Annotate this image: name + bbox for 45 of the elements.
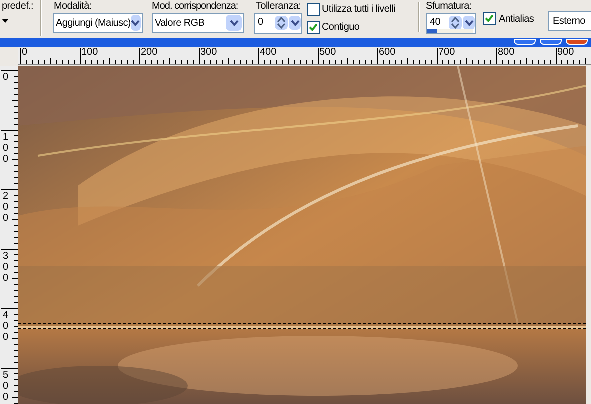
ruler-label: 400 (260, 48, 277, 58)
tolerance-label: Tolleranza: (256, 1, 302, 12)
caret-icon[interactable] (2, 19, 9, 23)
ruler-label: 600 (379, 48, 396, 58)
ruler-label: 700 (438, 48, 456, 58)
spinner-icon[interactable] (449, 16, 462, 30)
spin-value: 40 (429, 16, 442, 28)
dropdown-value: Aggiungi (Maiusc) (55, 18, 131, 28)
ruler-label: 300 (200, 48, 218, 58)
ruler-label: 0 (22, 48, 28, 58)
close-button[interactable] (566, 39, 588, 45)
match-mode-dropdown[interactable]: Valore RGB (152, 13, 244, 33)
ruler-label: 400 (3, 310, 10, 343)
spinner-icon[interactable] (275, 16, 288, 30)
ruler-label: 100 (3, 132, 10, 164)
presets-label: predef.: (2, 1, 34, 12)
ruler-label: 900 (558, 48, 574, 58)
dropdown-arrow-icon[interactable] (130, 15, 141, 31)
ruler-label: 500 (3, 370, 10, 402)
checkbox[interactable] (307, 21, 320, 34)
dropdown-arrow-icon[interactable] (289, 16, 301, 30)
placement-dropdown[interactable]: Esterno (548, 11, 591, 31)
checkbox-label: Utilizza tutti i livelli (322, 4, 396, 15)
feather-label: Sfumatura: (426, 1, 472, 12)
ruler-label: 200 (3, 191, 10, 224)
mode-label: Modalità: (54, 1, 92, 12)
ruler-label: 100 (82, 48, 98, 58)
ruler-label: 0 (3, 72, 10, 83)
maximize-button[interactable] (540, 39, 562, 45)
ruler-label: 800 (498, 48, 515, 58)
checkbox-label: Contiguo (322, 22, 360, 33)
antialias-label: Antialias (499, 14, 534, 25)
checkbox[interactable] (307, 3, 320, 16)
minimize-button[interactable] (514, 39, 536, 45)
mode-dropdown[interactable]: Aggiungi (Maiusc) (53, 13, 143, 33)
dropdown-value: Valore RGB (154, 18, 206, 28)
feather-slider-fill[interactable] (427, 29, 438, 33)
ruler-label: 500 (320, 48, 336, 58)
ruler-label: 300 (3, 250, 10, 284)
checkbox[interactable] (483, 12, 496, 25)
dropdown-arrow-icon[interactable] (463, 16, 475, 30)
tolerance-spinbox[interactable]: 0 (254, 13, 302, 34)
match-mode-label: Mod. corrispondenza: (152, 1, 238, 12)
spin-value: 0 (257, 16, 264, 28)
ruler-label: 200 (141, 48, 158, 58)
